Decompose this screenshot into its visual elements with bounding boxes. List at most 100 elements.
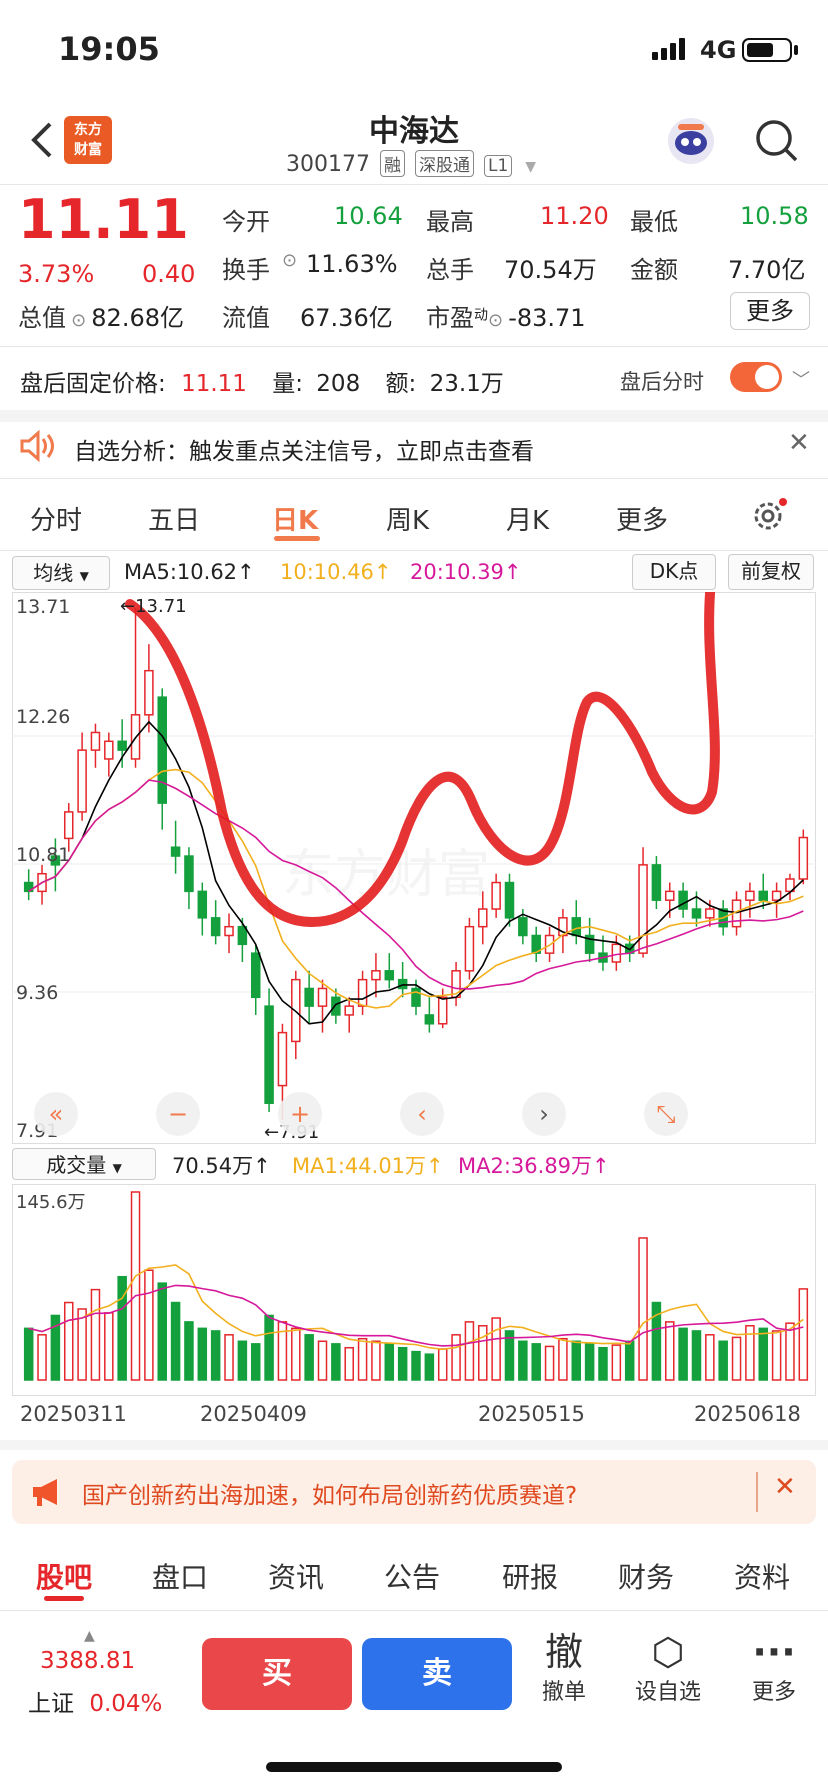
sell-button[interactable]: 卖 — [362, 1638, 512, 1710]
volume-bar — [250, 1343, 261, 1381]
zoom-in-icon[interactable]: + — [278, 1092, 322, 1136]
tab-forum[interactable]: 股吧 — [36, 1556, 92, 1596]
volume-bar — [331, 1343, 341, 1381]
volume-bar — [197, 1327, 208, 1381]
index-value[interactable]: 3388.81 — [40, 1648, 135, 1674]
tab-more[interactable]: 更多 — [616, 500, 668, 537]
float-value: 67.36亿 — [300, 304, 393, 332]
tab-daily-k[interactable]: 日K — [272, 500, 318, 537]
candle — [651, 864, 662, 901]
close-icon[interactable]: ✕ — [788, 428, 810, 458]
tab-news[interactable]: 资讯 — [268, 1556, 324, 1596]
robot-assistant-icon[interactable] — [668, 118, 714, 164]
low-label: 最低 — [630, 208, 678, 236]
dk-point-button[interactable]: DK点 — [632, 554, 716, 590]
adjust-button[interactable]: 前复权 — [728, 554, 814, 590]
tab-research[interactable]: 研报 — [502, 1556, 558, 1596]
volume-bar — [237, 1340, 248, 1381]
index-row[interactable]: 上证 0.04% — [28, 1684, 162, 1718]
pe-label: 市盈 — [426, 304, 474, 332]
notice-text[interactable]: 自选分析：触发重点关注信号，立即点击查看 — [74, 432, 534, 466]
date-label-3: 20250515 — [478, 1402, 585, 1426]
indicator-select[interactable]: 均线 ▼ — [12, 556, 110, 590]
info-icon[interactable]: ⊙ — [71, 310, 86, 331]
date-label-2: 20250409 — [200, 1402, 307, 1426]
chevron-down-icon[interactable]: ﹀ — [792, 366, 810, 392]
volume-bar — [210, 1330, 221, 1381]
banner-text: 国产创新药出海加速，如何布局创新药优质赛道? — [82, 1483, 578, 1509]
volume-bar — [598, 1346, 608, 1381]
tab-announcements[interactable]: 公告 — [384, 1556, 440, 1596]
volume-bar — [144, 1269, 154, 1381]
banner-close-icon[interactable]: ✕ — [774, 1472, 796, 1502]
chevron-right-icon[interactable]: › — [522, 1092, 566, 1136]
high-value: 11.20 — [540, 202, 609, 230]
open-value: 10.64 — [334, 202, 403, 230]
active-bottom-tab-indicator — [44, 1596, 84, 1601]
candle — [745, 890, 755, 901]
volume-bar — [344, 1346, 354, 1381]
fast-rewind-icon[interactable]: « — [34, 1092, 78, 1136]
chevron-left-icon[interactable]: ‹ — [400, 1092, 444, 1136]
candle — [611, 943, 622, 963]
volume-bar — [37, 1334, 47, 1381]
candle — [424, 1014, 435, 1025]
candle — [237, 925, 248, 946]
add-watchlist-label: 设自选 — [634, 1680, 701, 1705]
expand-icon[interactable]: ⤡ — [644, 1092, 688, 1136]
add-watchlist-button[interactable]: ⬡ 设自选 — [628, 1630, 708, 1706]
volume-chart[interactable] — [12, 1184, 816, 1396]
turnover-label: 换手 — [222, 256, 270, 284]
ma20-label: 20:10.39↑ — [410, 560, 522, 584]
candle — [771, 890, 782, 901]
banner-divider — [756, 1472, 758, 1512]
kline-chart[interactable]: 东方财富 — [12, 592, 816, 1144]
afterhours-toggle[interactable] — [730, 362, 782, 392]
candle — [184, 855, 194, 893]
candle — [197, 890, 208, 919]
tab-monthly-k[interactable]: 月K — [506, 500, 549, 537]
volume-bar — [478, 1325, 488, 1381]
divider — [0, 550, 828, 551]
more-quote-button[interactable]: 更多 — [730, 292, 810, 330]
tab-orderbook[interactable]: 盘口 — [152, 1556, 208, 1596]
search-icon[interactable] — [754, 118, 798, 162]
cancel-order-icon: 撤 — [544, 1630, 583, 1674]
tab-five-day[interactable]: 五日 — [148, 500, 200, 537]
more-actions-button[interactable]: ··· 更多 — [734, 1630, 814, 1706]
candle — [250, 952, 261, 999]
change-value: 0.40 — [142, 260, 196, 288]
volume-bar — [104, 1312, 114, 1381]
signal-icon — [652, 38, 692, 60]
volume-bar — [785, 1322, 795, 1381]
turnover-info-icon[interactable]: ⊙ — [282, 250, 297, 271]
volume-bar — [705, 1334, 715, 1381]
status-time: 19:05 — [58, 30, 160, 68]
tab-profile[interactable]: 资料 — [734, 1556, 790, 1596]
more-dots-icon: ··· — [752, 1630, 796, 1674]
volume-bar — [731, 1336, 742, 1381]
candle — [357, 978, 368, 1007]
volume-bar — [544, 1345, 555, 1381]
pe-info-icon[interactable]: ⊙ — [488, 310, 503, 331]
volume-bar — [224, 1334, 234, 1381]
candle — [304, 987, 314, 1007]
candle — [277, 1031, 288, 1087]
settings-gear-icon[interactable] — [750, 496, 790, 536]
volume-bar — [518, 1340, 528, 1381]
battery-tip — [794, 45, 798, 55]
y-label-4: 9.36 — [16, 982, 59, 1004]
candle — [665, 890, 675, 901]
tab-intraday[interactable]: 分时 — [30, 500, 82, 537]
volume-bar — [718, 1340, 728, 1381]
more-actions-label: 更多 — [751, 1680, 796, 1705]
dropdown-icon[interactable]: ▼ — [525, 159, 536, 175]
zoom-out-icon[interactable]: − — [156, 1092, 200, 1136]
cancel-order-button[interactable]: 撤 撤单 — [524, 1630, 604, 1706]
buy-button[interactable]: 买 — [202, 1638, 352, 1710]
tab-weekly-k[interactable]: 周K — [386, 500, 429, 537]
tab-financials[interactable]: 财务 — [618, 1556, 674, 1596]
promo-banner[interactable]: 国产创新药出海加速，如何布局创新药优质赛道? ✕ — [12, 1460, 816, 1524]
volume-bar — [130, 1191, 141, 1381]
volume-indicator-select[interactable]: 成交量 ▼ — [12, 1148, 156, 1180]
